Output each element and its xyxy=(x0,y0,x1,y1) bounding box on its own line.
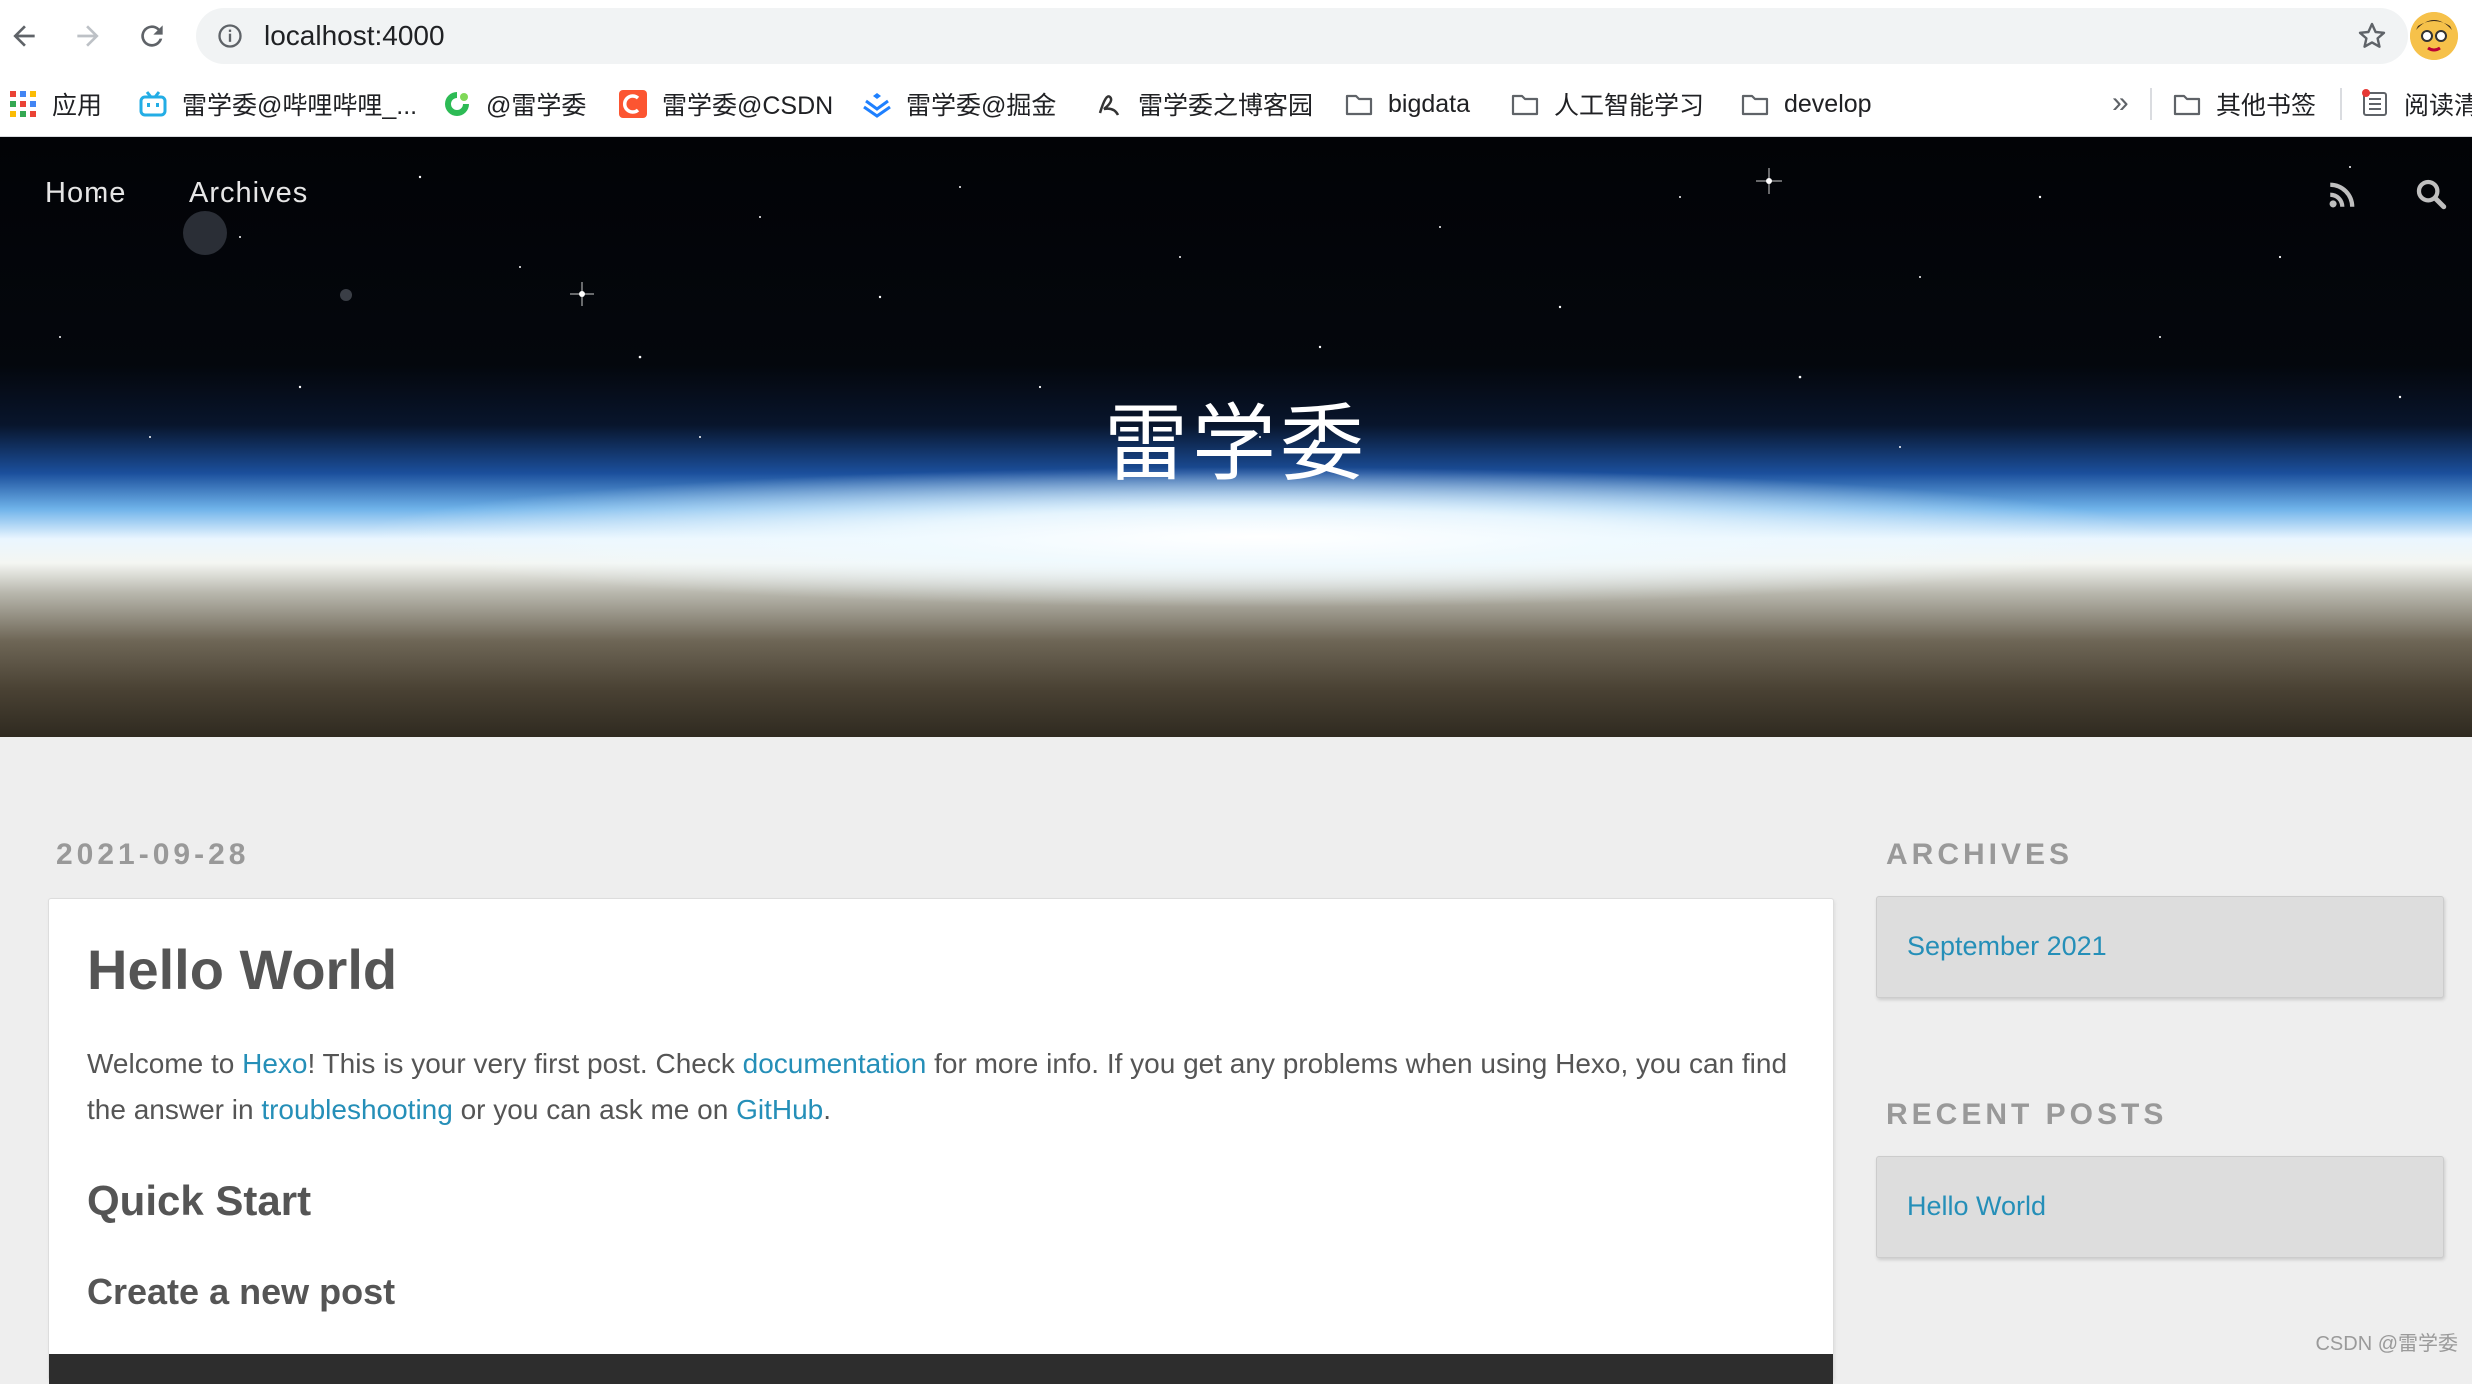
bookmark-juejin[interactable]: 雷学委@掘金 xyxy=(862,86,1056,122)
folder-icon xyxy=(2172,89,2202,119)
forward-icon[interactable] xyxy=(66,14,110,58)
documentation-link[interactable]: documentation xyxy=(743,1048,927,1079)
recent-posts-widget: Hello World xyxy=(1876,1156,2444,1258)
bilibili-icon xyxy=(138,89,168,119)
bookmarks-divider xyxy=(2150,88,2152,120)
post-article: Hello World Welcome to Hexo! This is you… xyxy=(48,898,1834,1384)
bookmarks-divider xyxy=(2340,88,2342,120)
reading-list-icon xyxy=(2360,89,2390,119)
recent-post-link[interactable]: Hello World xyxy=(1907,1191,2046,1222)
bookmark-label: bigdata xyxy=(1388,89,1471,118)
text-segment: Welcome to xyxy=(87,1048,243,1079)
green-logo-icon xyxy=(442,89,472,119)
folder-icon xyxy=(1510,89,1540,119)
text-segment: ! This is your very first post. Check xyxy=(307,1048,743,1079)
post-title[interactable]: Hello World xyxy=(87,937,397,1002)
browser-toolbar: localhost:4000 xyxy=(0,0,2472,72)
bookmark-folder-ai[interactable]: 人工智能学习 xyxy=(1510,86,1704,122)
section-heading-quick-start: Quick Start xyxy=(87,1177,312,1224)
hero-banner: Home Archives 雷学委 xyxy=(0,137,2472,737)
juejin-icon xyxy=(862,89,892,119)
site-title[interactable]: 雷学委 xyxy=(0,377,2472,498)
nav-home-link[interactable]: Home xyxy=(45,177,126,210)
bookmark-cnblogs[interactable]: 雷学委之博客园 xyxy=(1094,86,1313,122)
reload-icon[interactable] xyxy=(130,14,174,58)
folder-icon xyxy=(1740,89,1770,119)
bookmark-csdn[interactable]: 雷学委@CSDN xyxy=(618,86,833,122)
bookmark-label: develop xyxy=(1784,89,1872,118)
archives-widget-title: ARCHIVES xyxy=(1886,838,2074,871)
bookmark-label: 雷学委@CSDN xyxy=(662,92,834,120)
bookmark-apps[interactable]: 应用 xyxy=(8,86,102,122)
post-intro-paragraph: Welcome to Hexo! This is your very first… xyxy=(87,1041,1797,1133)
hexo-link[interactable]: Hexo xyxy=(242,1048,307,1079)
code-block xyxy=(49,1354,1833,1384)
bookmark-green-site[interactable]: @雷学委 xyxy=(442,86,586,122)
csdn-icon xyxy=(618,89,648,119)
bookmark-label: @雷学委 xyxy=(486,92,587,120)
bookmark-folder-bigdata[interactable]: bigdata xyxy=(1344,86,1470,122)
bookmark-label: 人工智能学习 xyxy=(1554,92,1705,120)
apps-grid-icon xyxy=(8,89,38,119)
star-icon[interactable] xyxy=(2356,20,2388,52)
subsection-heading-create-post: Create a new post xyxy=(87,1271,396,1312)
bookmark-label: 应用 xyxy=(52,92,103,120)
cnblogs-icon xyxy=(1094,89,1124,119)
bookmarks-overflow-button[interactable]: » xyxy=(2112,86,2129,120)
folder-icon xyxy=(1344,89,1374,119)
bookmark-label: 其他书签 xyxy=(2216,92,2317,120)
text-segment: . xyxy=(823,1094,832,1125)
info-icon[interactable] xyxy=(216,22,244,50)
post-date[interactable]: 2021-09-28 xyxy=(56,838,249,872)
bookmark-bilibili[interactable]: 雷学委@哔哩哔哩_... xyxy=(138,86,417,122)
watermark: CSDN @雷学委 xyxy=(2315,1333,2458,1355)
text-segment: or you can ask me on xyxy=(452,1094,737,1125)
archive-month-link[interactable]: September 2021 xyxy=(1907,931,2107,962)
nav-archives-link[interactable]: Archives xyxy=(189,177,308,210)
github-link[interactable]: GitHub xyxy=(736,1094,823,1125)
bookmark-label: 雷学委@掘金 xyxy=(906,92,1057,120)
bookmark-other[interactable]: 其他书签 xyxy=(2172,86,2316,122)
bookmark-label: 雷学委@哔哩哔哩_... xyxy=(182,92,418,120)
search-icon[interactable] xyxy=(2414,177,2448,211)
recent-posts-widget-title: RECENT POSTS xyxy=(1886,1098,2168,1131)
bookmark-label: 雷学委之博客园 xyxy=(1138,92,1314,120)
troubleshooting-link[interactable]: troubleshooting xyxy=(261,1094,452,1125)
archives-widget: September 2021 xyxy=(1876,896,2444,998)
bookmark-folder-develop[interactable]: develop xyxy=(1740,86,1872,122)
rss-icon[interactable] xyxy=(2326,177,2360,211)
address-bar[interactable]: localhost:4000 xyxy=(196,8,2408,64)
bookmark-label: 阅读清 xyxy=(2404,92,2472,120)
reading-list-button[interactable]: 阅读清 xyxy=(2360,86,2472,122)
url-text[interactable]: localhost:4000 xyxy=(264,20,445,52)
bookmarks-bar: 应用 雷学委@哔哩哔哩_... @雷学委 雷学委@CSDN 雷学委@掘金 雷学委… xyxy=(0,72,2472,137)
profile-avatar[interactable] xyxy=(2410,12,2458,60)
back-icon[interactable] xyxy=(2,14,46,58)
